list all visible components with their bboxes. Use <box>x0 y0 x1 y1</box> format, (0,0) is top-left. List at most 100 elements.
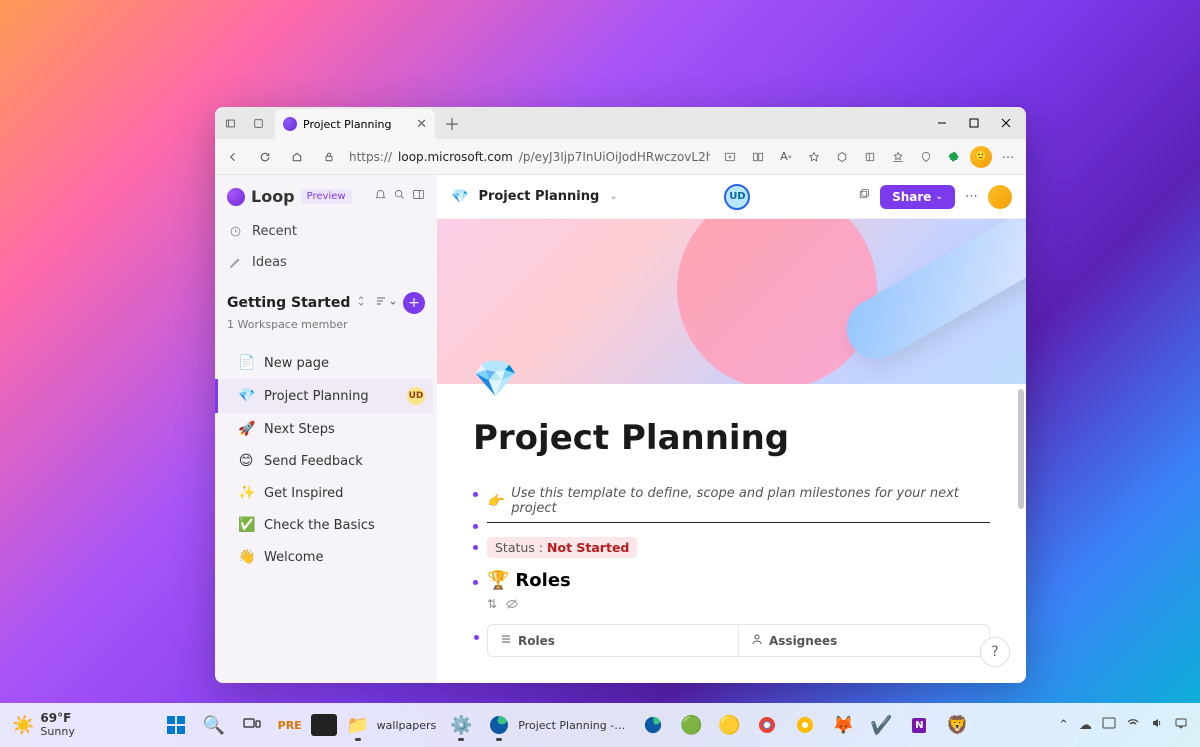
read-aloud-icon[interactable]: A» <box>774 145 798 169</box>
sidebar-item-label: Get Inspired <box>264 486 343 501</box>
weather-widget[interactable]: ☀️ 69°F Sunny <box>12 712 75 737</box>
presence-indicator[interactable]: UD <box>724 184 750 210</box>
sidebar-item-get-inspired[interactable]: ✨ Get Inspired <box>215 477 433 509</box>
app-available-icon[interactable] <box>718 145 742 169</box>
taskbar-app-chrome-canary[interactable] <box>788 708 822 742</box>
page-title[interactable]: Project Planning <box>473 418 990 458</box>
share-button[interactable]: Share⌄ <box>880 185 955 209</box>
doc-header-title[interactable]: Project Planning <box>478 189 599 204</box>
start-button[interactable] <box>159 708 193 742</box>
chevron-down-icon[interactable]: ⌄ <box>609 191 617 202</box>
sort-icon[interactable]: ⇅ <box>487 597 497 614</box>
taskbar-app-edge2[interactable] <box>636 708 670 742</box>
maximize-window-button[interactable] <box>958 109 990 137</box>
sidebar: Loop Preview Recent Ideas Getting Starte… <box>215 175 437 683</box>
notifications-icon[interactable] <box>374 188 387 205</box>
new-page-icon: 📄 <box>238 355 254 371</box>
sidebar-item-label: Send Feedback <box>264 454 363 469</box>
tab-actions-icon[interactable] <box>219 112 241 134</box>
extension-puzzle-icon[interactable] <box>942 145 966 169</box>
refresh-button[interactable] <box>253 145 277 169</box>
help-button[interactable]: ? <box>980 637 1010 667</box>
sidebar-ideas[interactable]: Ideas <box>215 247 437 278</box>
collections-icon[interactable] <box>858 145 882 169</box>
minimize-window-button[interactable] <box>926 109 958 137</box>
table-col-roles: Roles <box>518 634 555 648</box>
taskbar-explorer-label[interactable]: wallpapers <box>377 719 437 732</box>
favorite-icon[interactable] <box>802 145 826 169</box>
split-screen-icon[interactable] <box>746 145 770 169</box>
weather-cond: Sunny <box>40 726 74 738</box>
tray-language-icon[interactable] <box>1102 716 1116 734</box>
taskbar-app-firefox[interactable]: 🦊 <box>826 708 860 742</box>
home-button[interactable] <box>285 145 309 169</box>
browser-essentials-icon[interactable] <box>914 145 938 169</box>
table-header-assignees[interactable]: Assignees <box>739 625 989 656</box>
add-page-button[interactable]: + <box>403 292 425 314</box>
header-menu-icon[interactable]: ⋯ <box>965 189 978 204</box>
status-label: Status : <box>495 540 543 555</box>
sidebar-item-new-page[interactable]: 📄 New page <box>215 347 433 379</box>
taskbar-edge-label[interactable]: Project Planning - Perso <box>518 719 628 732</box>
taskbar-taskview[interactable] <box>235 708 269 742</box>
loop-logo-icon <box>227 188 245 206</box>
tray-overflow-icon[interactable]: ⌃ <box>1058 718 1069 733</box>
close-tab-icon[interactable]: ✕ <box>416 117 427 132</box>
table-col-assignees: Assignees <box>769 634 837 648</box>
sidebar-item-welcome[interactable]: 👋 Welcome <box>215 541 433 573</box>
taskbar-app-edge[interactable] <box>482 708 516 742</box>
taskbar-app-onenote[interactable]: N <box>902 708 936 742</box>
taskbar-app-todo[interactable]: ✔️ <box>864 708 898 742</box>
url-field[interactable]: https://loop.microsoft.com/p/eyJ3Ijp7InU… <box>349 150 710 164</box>
tray-wifi-icon[interactable] <box>1126 716 1140 734</box>
taskbar-app-terminal[interactable] <box>311 714 337 736</box>
taskbar-app-settings[interactable]: ⚙️ <box>444 708 478 742</box>
sidebar-recent[interactable]: Recent <box>215 216 437 247</box>
titlebar: Project Planning ✕ ＋ <box>215 107 1026 139</box>
tab-title: Project Planning <box>303 118 392 131</box>
close-window-button[interactable] <box>990 109 1022 137</box>
taskbar-app-canary[interactable]: 🟡 <box>712 708 746 742</box>
search-icon[interactable] <box>393 188 406 205</box>
taskbar-app-chrome[interactable] <box>750 708 784 742</box>
tray-volume-icon[interactable] <box>1150 716 1164 734</box>
vertical-tabs-icon[interactable] <box>247 112 269 134</box>
taskbar-app-camtasia[interactable]: 🟢 <box>674 708 708 742</box>
sidebar-item-send-feedback[interactable]: 😊 Send Feedback <box>215 445 433 477</box>
site-info-icon[interactable] <box>317 145 341 169</box>
doc-content[interactable]: 💎 Project Planning 👉 Use this template t… <box>437 219 1026 683</box>
browser-tab[interactable]: Project Planning ✕ <box>275 109 435 139</box>
table-header-roles[interactable]: Roles <box>488 625 739 656</box>
back-button[interactable] <box>221 145 245 169</box>
sidebar-item-project-planning[interactable]: 💎 Project Planning UD <box>215 379 433 413</box>
taskbar-app-pre[interactable]: PRE <box>273 708 307 742</box>
sidebar-item-label: New page <box>264 356 329 371</box>
browser-profile-avatar[interactable]: 🙂 <box>970 146 992 168</box>
roles-heading[interactable]: 🏆 Roles <box>487 570 990 591</box>
doc-icon: 💎 <box>451 189 468 205</box>
browser-menu-icon[interactable]: ⋯ <box>996 145 1020 169</box>
copy-component-icon[interactable] <box>857 188 870 205</box>
taskbar-app-explorer[interactable]: 📁 <box>341 708 375 742</box>
tray-onedrive-icon[interactable]: ☁ <box>1079 718 1092 733</box>
sidebar-item-next-steps[interactable]: 🚀 Next Steps <box>215 413 433 445</box>
taskbar-app-brave[interactable]: 🦁 <box>940 708 974 742</box>
pen-icon <box>229 256 242 269</box>
status-pill[interactable]: Status : Not Started <box>487 537 637 558</box>
favorites-bar-icon[interactable] <box>886 145 910 169</box>
workspace-header[interactable]: Getting Started + <box>215 278 437 318</box>
page-emoji[interactable]: 💎 <box>473 358 990 400</box>
sidebar-item-check-basics[interactable]: ✅ Check the Basics <box>215 509 433 541</box>
new-tab-button[interactable]: ＋ <box>441 112 463 134</box>
taskbar-search[interactable]: 🔍 <box>197 708 231 742</box>
workspace-expand-icon[interactable] <box>356 295 366 311</box>
tip-line[interactable]: 👉 Use this template to define, scope and… <box>473 486 990 516</box>
roles-table[interactable]: Roles Assignees <box>487 624 990 657</box>
hide-icon[interactable] <box>505 597 519 614</box>
tray-notifications-icon[interactable] <box>1174 716 1188 734</box>
user-avatar[interactable] <box>988 185 1012 209</box>
panel-toggle-icon[interactable] <box>412 188 425 205</box>
extension-icon[interactable] <box>830 145 854 169</box>
status-value: Not Started <box>547 540 629 555</box>
sort-filter-icon[interactable] <box>375 295 397 311</box>
